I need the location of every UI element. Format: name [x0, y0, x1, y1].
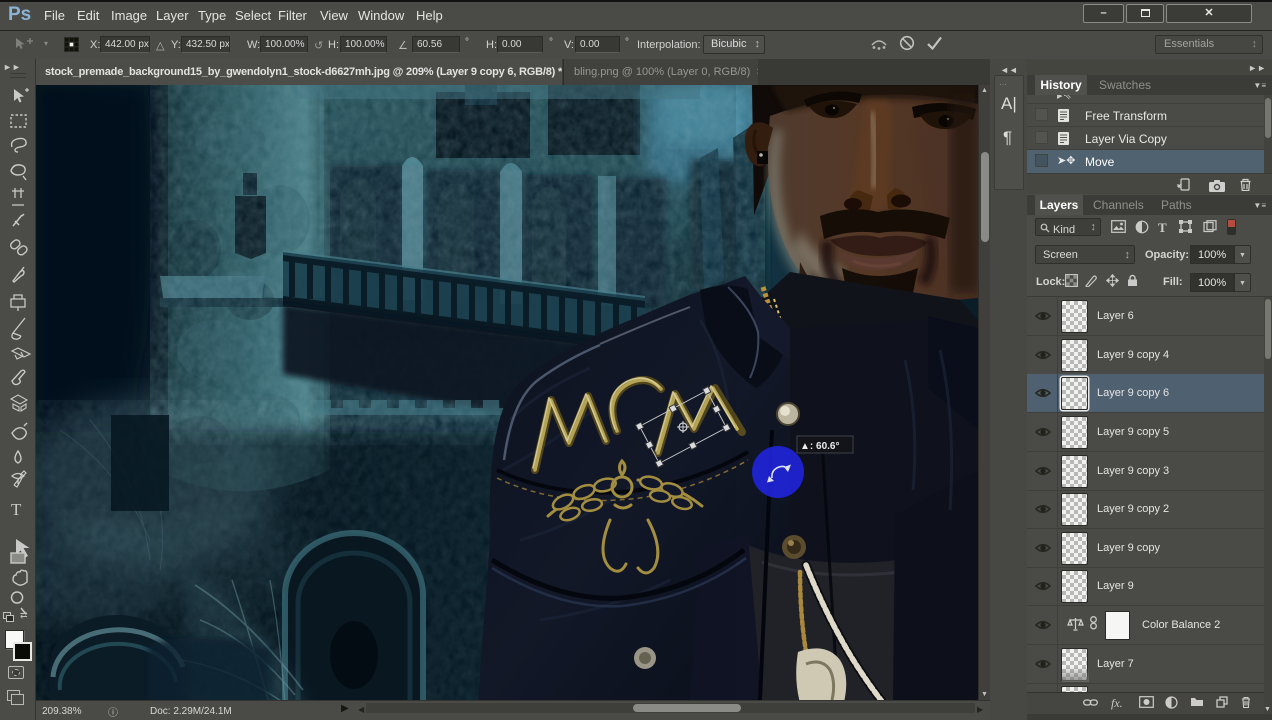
svg-text:▲: 60.6°: ▲: 60.6°: [800, 441, 839, 452]
svg-text:T: T: [11, 500, 22, 519]
